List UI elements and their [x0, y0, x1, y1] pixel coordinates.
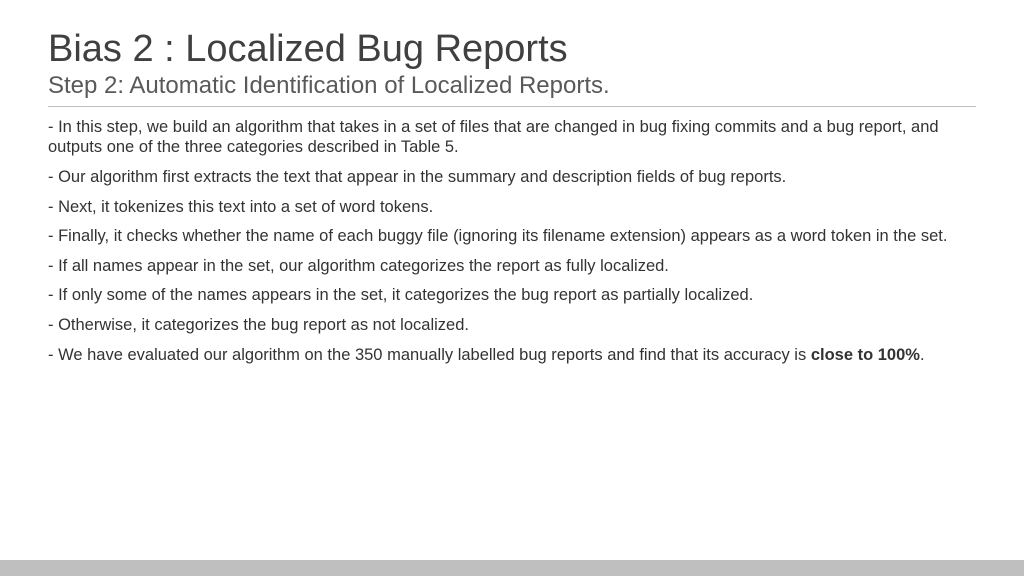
bullet-item: - We have evaluated our algorithm on the…: [48, 345, 976, 366]
bullet-item: - Next, it tokenizes this text into a se…: [48, 197, 976, 218]
slide-title: Bias 2 : Localized Bug Reports: [48, 28, 976, 72]
bullet-text-prefix: - We have evaluated our algorithm on the…: [48, 346, 811, 364]
slide-container: Bias 2 : Localized Bug Reports Step 2: A…: [0, 0, 1024, 394]
bullet-item: - In this step, we build an algorithm th…: [48, 117, 976, 158]
footer-bar: [0, 560, 1024, 576]
bullet-item: - Otherwise, it categorizes the bug repo…: [48, 315, 976, 336]
bullet-item: - Our algorithm first extracts the text …: [48, 167, 976, 188]
bullet-item: - If all names appear in the set, our al…: [48, 256, 976, 277]
bullet-item: - Finally, it checks whether the name of…: [48, 226, 976, 247]
bullet-item: - If only some of the names appears in t…: [48, 285, 976, 306]
bullet-text-bold: close to 100%: [811, 346, 920, 364]
slide-content: - In this step, we build an algorithm th…: [48, 117, 976, 366]
slide-subtitle: Step 2: Automatic Identification of Loca…: [48, 72, 976, 107]
bullet-text-suffix: .: [920, 346, 925, 364]
